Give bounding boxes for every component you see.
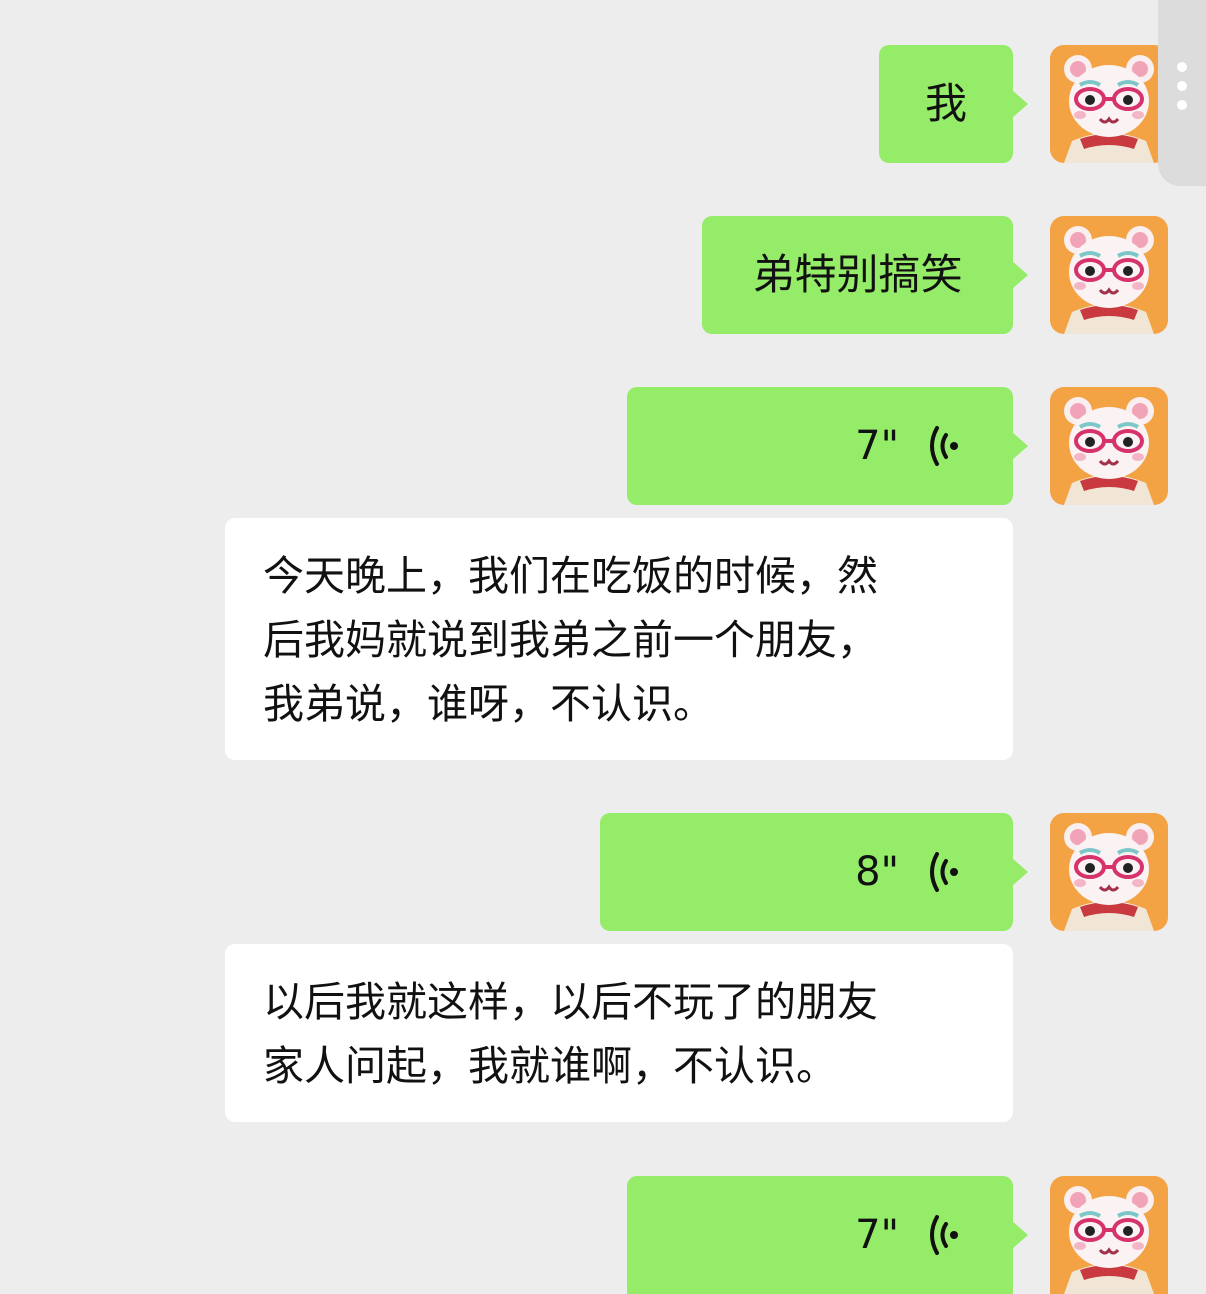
voice-message-bubble[interactable]: 7"	[627, 1176, 1028, 1294]
message-text: 我	[924, 79, 967, 128]
voice-duration: 7"	[855, 423, 899, 469]
avatar[interactable]	[1050, 1176, 1168, 1294]
pink-bear-avatar-icon	[1050, 45, 1168, 163]
more-dots-icon	[1177, 81, 1187, 91]
message-bubble-sent[interactable]: 我	[879, 45, 1028, 163]
voice-wave-icon	[925, 850, 959, 894]
pink-bear-avatar-icon	[1050, 216, 1168, 334]
message-line: 我弟说，谁呀，不认识。	[263, 680, 714, 728]
message-line: 今天晚上，我们在吃饭的时候，然	[263, 552, 878, 600]
more-dots-icon	[1177, 62, 1187, 72]
message-bubble-sent[interactable]: 弟特别搞笑	[702, 216, 1028, 334]
voice-wave-icon	[925, 1213, 959, 1257]
voice-message-bubble[interactable]: 8"	[600, 813, 1028, 931]
message-bubble-text[interactable]: 今天晚上，我们在吃饭的时候，然 后我妈就说到我弟之前一个朋友， 我弟说，谁呀，不…	[225, 518, 1013, 760]
voice-message-bubble[interactable]: 7"	[627, 387, 1028, 505]
side-handle[interactable]	[1158, 0, 1206, 186]
message-line: 家人问起，我就谁啊，不认识。	[263, 1042, 837, 1090]
avatar[interactable]	[1050, 813, 1168, 931]
avatar[interactable]	[1050, 45, 1168, 163]
voice-duration: 8"	[855, 849, 899, 895]
message-text: 弟特别搞笑	[752, 250, 963, 299]
pink-bear-avatar-icon	[1050, 387, 1168, 505]
message-line: 以后我就这样，以后不玩了的朋友	[263, 978, 878, 1026]
avatar[interactable]	[1050, 216, 1168, 334]
more-dots-icon	[1177, 100, 1187, 110]
voice-duration: 7"	[855, 1212, 899, 1258]
message-line: 后我妈就说到我弟之前一个朋友，	[263, 616, 878, 664]
avatar[interactable]	[1050, 387, 1168, 505]
message-bubble-text[interactable]: 以后我就这样，以后不玩了的朋友 家人问起，我就谁啊，不认识。	[225, 944, 1013, 1122]
pink-bear-avatar-icon	[1050, 813, 1168, 931]
pink-bear-avatar-icon	[1050, 1176, 1168, 1294]
voice-wave-icon	[925, 424, 959, 468]
